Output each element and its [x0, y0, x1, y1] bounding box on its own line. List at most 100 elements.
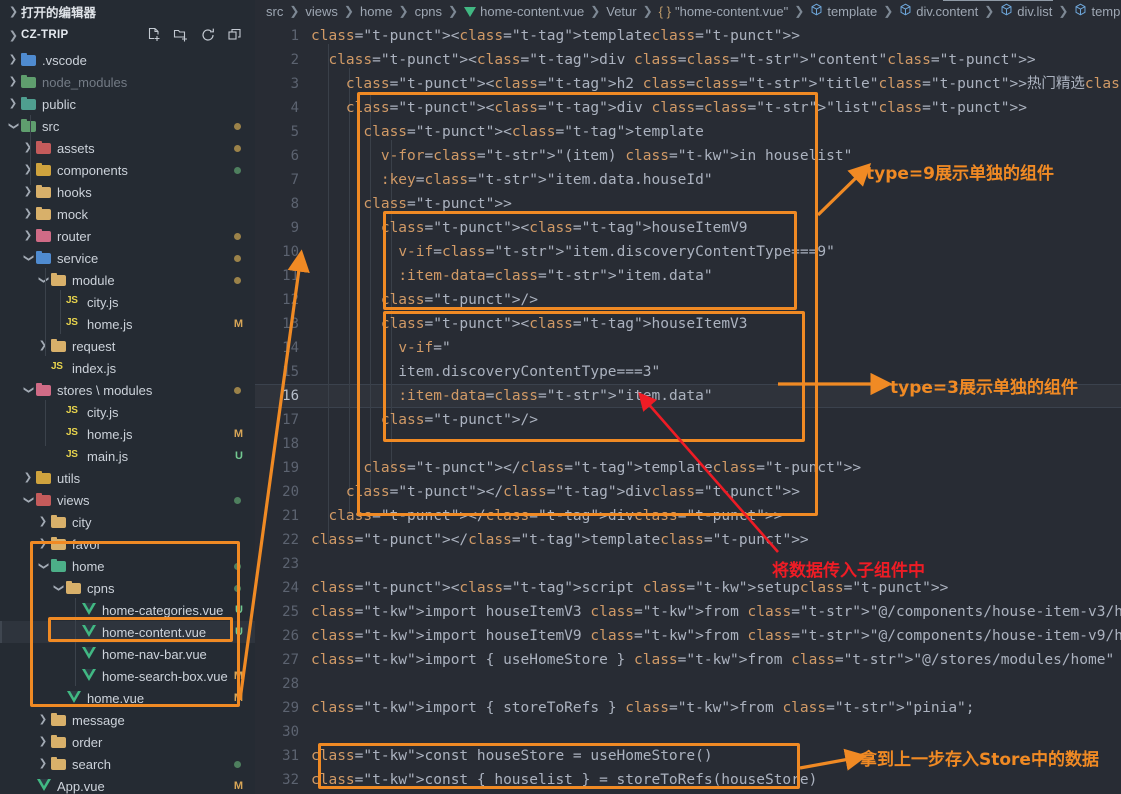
- chevron-right-icon[interactable]: ❯: [36, 731, 50, 753]
- code-line[interactable]: :item-data=class="t-str">"item.data": [311, 384, 712, 408]
- chevron-right-icon[interactable]: ❯: [36, 533, 50, 555]
- code-line[interactable]: class="t-punct"></class="t-tag">template…: [311, 528, 809, 552]
- code-line[interactable]: class="t-punct"><class="t-tag">templatec…: [311, 24, 800, 48]
- chevron-right-icon[interactable]: ❯: [36, 709, 50, 731]
- line-number: 25: [282, 604, 299, 620]
- tree-item-app.vue[interactable]: App.vue M: [0, 775, 255, 794]
- open-editors-section-header[interactable]: ❯ 打开的编辑器: [0, 0, 255, 23]
- code-line[interactable]: class="t-kw">const { houselist } = store…: [311, 768, 817, 792]
- refresh-icon[interactable]: [200, 27, 216, 43]
- breadcrumb-item-views[interactable]: views: [305, 4, 338, 19]
- tree-item-public[interactable]: ❯ public: [0, 93, 255, 115]
- code-line[interactable]: class="t-punct">/>: [311, 288, 538, 312]
- breadcrumb-item-home[interactable]: home: [360, 4, 393, 19]
- code-line[interactable]: class="t-kw">import { storeToRefs } clas…: [311, 696, 975, 720]
- chevron-right-icon[interactable]: ❯: [36, 753, 50, 775]
- tree-item-service[interactable]: ❯ service: [0, 247, 255, 269]
- chevron-right-icon[interactable]: ❯: [6, 71, 20, 93]
- code-line[interactable]: class="t-punct"><class="t-tag">template: [311, 120, 704, 144]
- breadcrumb-item-src[interactable]: src: [266, 4, 283, 19]
- tree-item-home-nav-bar.vue[interactable]: home-nav-bar.vue: [0, 643, 255, 665]
- tree-item-home-content.vue[interactable]: home-content.vue U: [0, 621, 255, 643]
- line-number: 23: [282, 556, 299, 572]
- tree-item-city.js[interactable]: JS city.js: [0, 291, 255, 313]
- tree-item-views[interactable]: ❯ views: [0, 489, 255, 511]
- code-line[interactable]: v-if=class="t-str">"item.discoveryConten…: [311, 240, 835, 264]
- chevron-right-icon[interactable]: ❯: [21, 225, 35, 247]
- code-line[interactable]: class="t-kw">import { useHomeStore } cla…: [311, 648, 1114, 672]
- code-line[interactable]: class="t-punct">>: [311, 192, 511, 216]
- code-line[interactable]: :item-data=class="t-str">"item.data": [311, 264, 712, 288]
- tree-item-request[interactable]: ❯ request: [0, 335, 255, 357]
- breadcrumb-item-cpns[interactable]: cpns: [415, 4, 442, 19]
- tree-item-label: home-search-box.vue: [102, 668, 228, 684]
- tree-item-mock[interactable]: ❯ mock: [0, 203, 255, 225]
- breadcrumb-item-div.list[interactable]: div.list: [1000, 3, 1052, 19]
- breadcrumb[interactable]: src ❯ views ❯ home ❯ cpns ❯ home-content.vue ❯ Vet…: [255, 0, 1121, 22]
- code-line[interactable]: item.discoveryContentType===3": [311, 360, 660, 384]
- code-line[interactable]: :key=class="t-str">"item.data.houseId": [311, 168, 713, 192]
- tree-item-cpns[interactable]: ❯ cpns: [0, 577, 255, 599]
- chevron-right-icon[interactable]: ❯: [36, 335, 50, 357]
- tree-item-components[interactable]: ❯ components: [0, 159, 255, 181]
- project-root-header[interactable]: ❯ CZ-TRIP: [0, 23, 255, 47]
- breadcrumb-item-vetur[interactable]: Vetur: [606, 4, 636, 19]
- tree-item-index.js[interactable]: JS index.js: [0, 357, 255, 379]
- tree-item-assets[interactable]: ❯ assets: [0, 137, 255, 159]
- code-line[interactable]: class="t-punct">/>: [311, 408, 538, 432]
- code-line[interactable]: class="t-punct"><class="t-tag">div class…: [311, 96, 1027, 120]
- tree-item-city.js[interactable]: JS city.js: [0, 401, 255, 423]
- new-file-icon[interactable]: [146, 27, 162, 43]
- tree-item-order[interactable]: ❯ order: [0, 731, 255, 753]
- tree-item-city[interactable]: ❯ city: [0, 511, 255, 533]
- code-line[interactable]: v-if=": [311, 336, 450, 360]
- code-line[interactable]: class="t-punct"></class="t-tag">divclass…: [311, 504, 782, 528]
- chevron-right-icon[interactable]: ❯: [21, 159, 35, 181]
- chevron-right-icon[interactable]: ❯: [6, 93, 20, 115]
- chevron-right-icon[interactable]: ❯: [36, 511, 50, 533]
- tree-item-home.js[interactable]: JS home.js M: [0, 423, 255, 445]
- tree-item-src[interactable]: ❯ src: [0, 115, 255, 137]
- chevron-right-icon[interactable]: ❯: [21, 137, 35, 159]
- breadcrumb-item-div.content[interactable]: div.content: [899, 3, 978, 19]
- code-line[interactable]: class="t-kw">import houseItemV3 class="t…: [311, 600, 1121, 624]
- tree-item-label: city.js: [87, 404, 119, 420]
- new-folder-icon[interactable]: [173, 27, 189, 43]
- code-line[interactable]: class="t-kw">import houseItemV9 class="t…: [311, 624, 1121, 648]
- breadcrumb-item--home-content.vue-[interactable]: { } "home-content.vue": [659, 4, 789, 19]
- tree-item-search[interactable]: ❯ search: [0, 753, 255, 775]
- tree-item-home.js[interactable]: JS home.js M: [0, 313, 255, 335]
- breadcrumb-item-home-content.vue[interactable]: home-content.vue: [464, 4, 584, 19]
- tree-item-hooks[interactable]: ❯ hooks: [0, 181, 255, 203]
- tree-item-module[interactable]: ❯ module: [0, 269, 255, 291]
- code-line[interactable]: class="t-kw">const houseStore = useHomeS…: [311, 744, 713, 768]
- chevron-right-icon[interactable]: ❯: [21, 467, 35, 489]
- code-line[interactable]: class="t-punct"><class="t-tag">h2 class=…: [311, 72, 1121, 96]
- tree-item-message[interactable]: ❯ message: [0, 709, 255, 731]
- chevron-right-icon[interactable]: ❯: [21, 181, 35, 203]
- tree-item-.vscode[interactable]: ❯ .vscode: [0, 49, 255, 71]
- breadcrumb-item-template[interactable]: template: [810, 3, 877, 19]
- tree-item-home-search-box.vue[interactable]: home-search-box.vue M: [0, 665, 255, 687]
- tree-item-utils[interactable]: ❯ utils: [0, 467, 255, 489]
- tree-item-home[interactable]: ❯ home: [0, 555, 255, 577]
- code-line[interactable]: v-for=class="t-str">"(item) class="t-kw"…: [311, 144, 852, 168]
- code-editor[interactable]: 1 2 3 4 5 6 7 8 9 10 11 12 13 14 15 16 17 18 19 20 21 22 23 24 2…: [255, 22, 1121, 794]
- tree-item-stores---modules[interactable]: ❯ stores \ modules: [0, 379, 255, 401]
- code-line[interactable]: class="t-punct"></class="t-tag">divclass…: [311, 480, 800, 504]
- tree-item-main.js[interactable]: JS main.js U: [0, 445, 255, 467]
- tree-item-node-modules[interactable]: ❯ node_modules: [0, 71, 255, 93]
- code-line[interactable]: class="t-punct"><class="t-tag">houseItem…: [311, 216, 748, 240]
- collapse-all-icon[interactable]: [227, 27, 243, 43]
- code-line[interactable]: class="t-punct"></class="t-tag">template…: [311, 456, 861, 480]
- tree-item-home-categories.vue[interactable]: home-categories.vue U: [0, 599, 255, 621]
- code-line[interactable]: class="t-punct"><class="t-tag">script cl…: [311, 576, 948, 600]
- code-line[interactable]: class="t-punct"><class="t-tag">div class…: [311, 48, 1035, 72]
- tree-item-router[interactable]: ❯ router: [0, 225, 255, 247]
- chevron-right-icon[interactable]: ❯: [21, 203, 35, 225]
- code-line[interactable]: class="t-punct"><class="t-tag">houseItem…: [311, 312, 748, 336]
- chevron-right-icon[interactable]: ❯: [6, 49, 20, 71]
- tree-item-favor[interactable]: ❯ favor: [0, 533, 255, 555]
- breadcrumb-item-template[interactable]: template: [1074, 3, 1121, 19]
- tree-item-home.vue[interactable]: home.vue M: [0, 687, 255, 709]
